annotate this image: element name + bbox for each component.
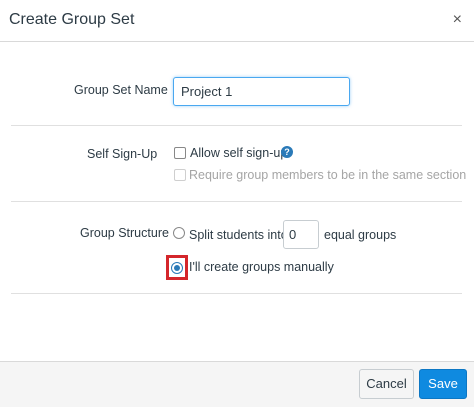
dialog-header: Create Group Set × [0,0,474,42]
group-set-name-input[interactable] [173,77,350,106]
group-structure-label: Group Structure [80,226,169,240]
split-students-radio[interactable] [173,227,185,239]
require-same-section-checkbox[interactable] [174,169,186,181]
dialog-title: Create Group Set [9,11,135,28]
equal-groups-label: equal groups [324,228,397,242]
highlight-box [166,255,188,280]
allow-self-signup-checkbox[interactable] [174,147,186,159]
manual-groups-label[interactable]: I'll create groups manually [189,260,334,274]
help-icon[interactable]: ? [281,146,293,158]
allow-self-signup-label[interactable]: Allow self sign-up [190,146,287,160]
self-signup-label: Self Sign-Up [87,147,158,161]
cancel-button[interactable]: Cancel [359,369,414,399]
create-group-set-dialog: Create Group Set × Group Set Name Self S… [0,0,474,407]
close-icon[interactable]: × [453,11,462,29]
divider [11,125,462,126]
require-same-section-label: Require group members to be in the same … [189,168,467,182]
group-count-input[interactable] [283,220,319,249]
divider [11,293,462,294]
group-set-name-label: Group Set Name [74,83,168,97]
split-students-label[interactable]: Split students into [189,228,288,242]
save-button[interactable]: Save [419,369,467,399]
divider [11,201,462,202]
